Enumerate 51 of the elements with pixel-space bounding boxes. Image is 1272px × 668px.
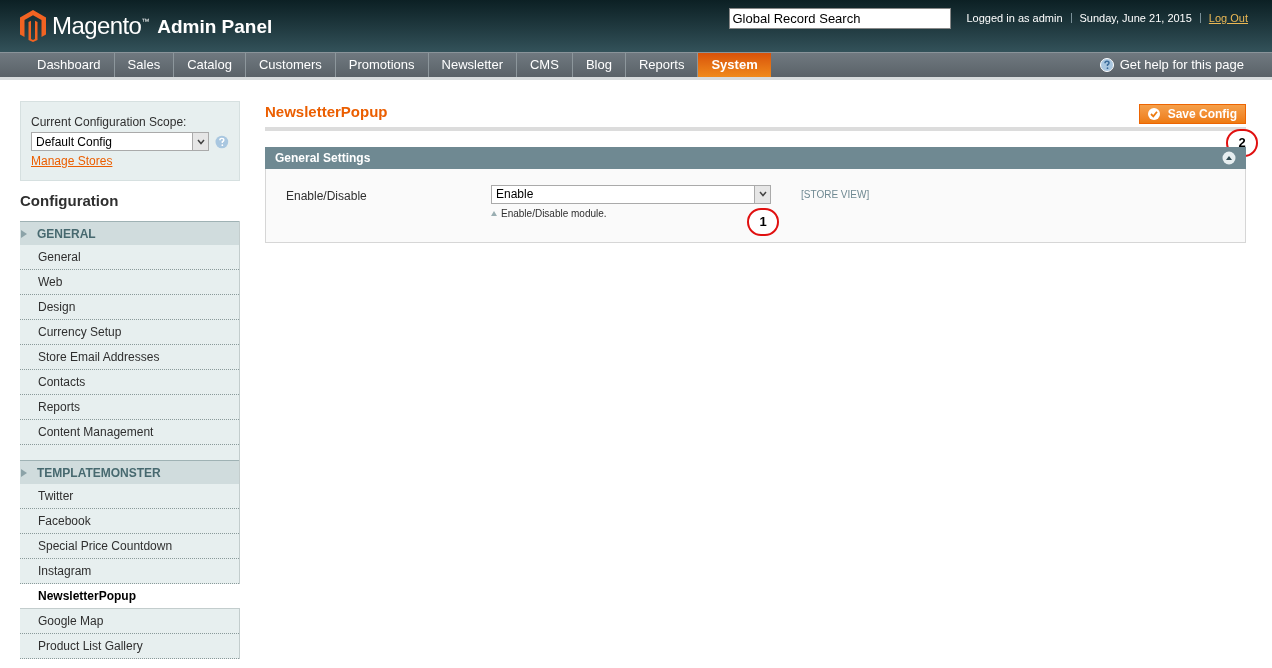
sidebar-item[interactable]: Facebook <box>20 509 239 534</box>
sidebar-title: Configuration <box>20 190 119 211</box>
logout-link[interactable]: Log Out <box>1208 9 1248 27</box>
logo-icon <box>20 10 46 42</box>
search-field[interactable]: Global Record Search <box>728 7 951 29</box>
enable-select[interactable]: Enable <box>491 184 771 204</box>
sidebar-item[interactable]: Product List Gallery <box>20 634 239 659</box>
nav-tab[interactable]: Newsletter <box>428 53 517 77</box>
sidebar-item[interactable]: Currency Setup <box>20 320 239 345</box>
sidebar-item[interactable]: NewsletterPopup <box>20 584 240 609</box>
sidebar-item[interactable]: Twitter <box>20 484 239 509</box>
nav-tab[interactable]: Promotions <box>335 53 429 77</box>
scope-tag: [STORE VIEW] <box>801 186 870 202</box>
nav-tab[interactable]: Blog <box>572 53 626 77</box>
section-header[interactable]: General Settings <box>265 146 1246 169</box>
trademark-sign: ™ <box>141 16 150 28</box>
date-text: Sunday, June 21, 2015 <box>1079 10 1192 26</box>
nav-tab[interactable]: CMS <box>517 53 573 77</box>
sidebar-item[interactable]: General <box>20 245 239 270</box>
chevron-down-icon <box>758 191 767 197</box>
scope-label: Current Configuration Scope: <box>31 114 188 131</box>
sidebar-item[interactable]: Store Email Addresses <box>20 345 239 370</box>
page-title: NewsletterPopup <box>265 102 388 122</box>
help-link[interactable]: Get help for this page <box>1119 55 1244 75</box>
logo-subtitle: Admin Panel <box>157 15 273 40</box>
check-circle-icon <box>1147 107 1160 120</box>
field-label: Enable/Disable <box>286 187 368 205</box>
chevron-down-icon <box>196 138 205 145</box>
sidebar-item[interactable]: Reports <box>20 395 239 420</box>
collapse-icon[interactable] <box>1222 150 1236 165</box>
sidebar-item[interactable]: Contacts <box>20 370 239 395</box>
triangle-right-icon <box>21 229 27 238</box>
help-icon <box>215 134 229 149</box>
triangle-right-icon <box>21 468 27 477</box>
sidebar-group-header[interactable]: GENERAL <box>20 221 239 245</box>
help-icon <box>1099 58 1114 72</box>
nav-tab[interactable]: Catalog <box>174 53 246 77</box>
logo-text: Magento <box>52 11 142 41</box>
sidebar-item[interactable]: Web <box>20 270 239 295</box>
sidebar-item[interactable]: Design <box>20 295 239 320</box>
nav-tab[interactable]: Sales <box>114 53 175 77</box>
scope-select[interactable]: Default Config <box>31 132 210 151</box>
sidebar-item[interactable]: Google Map <box>20 609 239 634</box>
nav-tab[interactable]: Dashboard <box>24 53 115 77</box>
sidebar-group-header[interactable]: TEMPLATEMONSTER <box>20 460 239 484</box>
sidebar-item[interactable]: Special Price Countdown <box>20 534 239 559</box>
annotation-marker: 1 <box>747 207 779 236</box>
field-note: Enable/Disable module. <box>501 206 607 221</box>
triangle-up-icon <box>491 210 497 216</box>
user-status: Logged in as admin <box>966 10 1063 26</box>
nav-tab[interactable]: Customers <box>245 53 336 77</box>
